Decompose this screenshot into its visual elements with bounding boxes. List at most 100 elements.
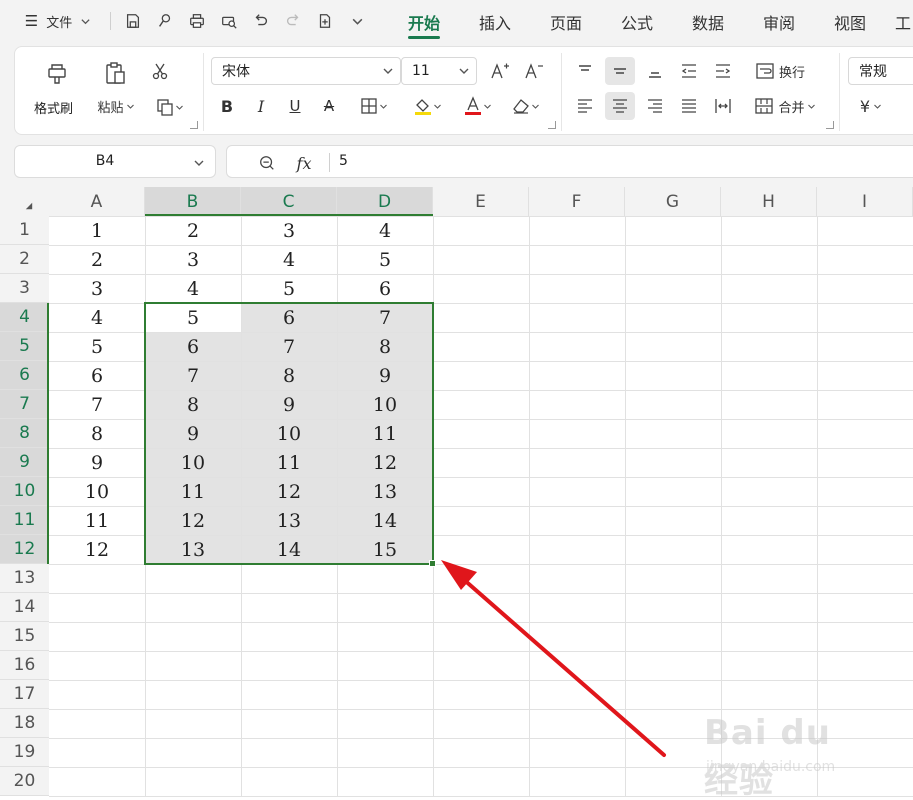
tab-tools[interactable]: 工 <box>895 9 913 35</box>
new-file-icon[interactable] <box>312 8 338 34</box>
table-cell[interactable]: 3 <box>49 274 145 303</box>
italic-icon[interactable]: I <box>249 93 273 119</box>
copy-button[interactable] <box>149 95 189 119</box>
distribute-icon[interactable] <box>709 92 737 120</box>
row-header[interactable]: 4 <box>0 303 49 332</box>
table-cell[interactable]: 7 <box>49 390 145 419</box>
row-header[interactable]: 10 <box>0 477 49 506</box>
zoom-formula-icon[interactable] <box>257 153 277 173</box>
row-header[interactable]: 5 <box>0 332 49 361</box>
name-box[interactable]: B4 <box>14 145 216 178</box>
column-header[interactable]: F <box>529 187 625 216</box>
print-icon[interactable] <box>184 8 210 34</box>
wrap-text-button[interactable]: 换行 <box>749 57 811 85</box>
row-header[interactable]: 18 <box>0 709 49 738</box>
justify-icon[interactable] <box>675 92 703 120</box>
select-all-corner[interactable] <box>0 187 49 216</box>
table-cell[interactable]: 4 <box>241 245 337 274</box>
fill-handle[interactable] <box>429 560 436 567</box>
tab-insert[interactable]: 插入 <box>469 9 521 35</box>
number-format-select[interactable]: 常规 <box>848 57 913 85</box>
row-header[interactable]: 6 <box>0 361 49 390</box>
format-painter-icon[interactable] <box>39 57 75 89</box>
tab-page[interactable]: 页面 <box>540 9 592 35</box>
strikethrough-icon[interactable]: A <box>317 93 341 119</box>
row-header[interactable]: 2 <box>0 245 49 274</box>
table-cell[interactable]: 4 <box>145 274 241 303</box>
table-cell[interactable]: 6 <box>49 361 145 390</box>
row-header[interactable]: 8 <box>0 419 49 448</box>
font-name-select[interactable]: 宋体 <box>211 57 401 85</box>
font-size-select[interactable]: 11 <box>401 57 477 85</box>
table-cell[interactable]: 3 <box>241 216 337 245</box>
align-left-icon[interactable] <box>571 92 599 120</box>
row-header[interactable]: 7 <box>0 390 49 419</box>
formula-value[interactable]: 5 <box>339 153 348 169</box>
increase-indent-icon[interactable] <box>709 57 737 85</box>
table-cell[interactable]: 4 <box>49 303 145 332</box>
brush-icon[interactable] <box>152 8 178 34</box>
more-chevron-icon[interactable] <box>344 8 370 34</box>
row-header[interactable]: 12 <box>0 535 49 564</box>
row-header[interactable]: 13 <box>0 564 49 593</box>
bold-icon[interactable]: B <box>215 93 239 119</box>
table-cell[interactable]: 2 <box>145 216 241 245</box>
align-right-icon[interactable] <box>641 92 669 120</box>
decrease-indent-icon[interactable] <box>675 57 703 85</box>
align-center-icon[interactable] <box>605 92 635 120</box>
row-header[interactable]: 17 <box>0 680 49 709</box>
column-header[interactable]: D <box>337 187 433 216</box>
align-bottom-icon[interactable] <box>641 57 669 85</box>
table-cell[interactable]: 4 <box>337 216 433 245</box>
table-cell[interactable]: 5 <box>241 274 337 303</box>
alignment-dialog-launcher[interactable] <box>826 121 834 129</box>
format-painter-label[interactable]: 格式刷 <box>34 98 73 117</box>
row-header[interactable]: 15 <box>0 622 49 651</box>
align-top-icon[interactable] <box>571 57 599 85</box>
tab-data[interactable]: 数据 <box>682 9 734 35</box>
column-header[interactable]: A <box>49 187 145 216</box>
tab-review[interactable]: 审阅 <box>753 9 805 35</box>
clipboard-dialog-launcher[interactable] <box>190 121 198 129</box>
column-header[interactable]: C <box>241 187 337 216</box>
merge-button[interactable]: 合并 <box>749 92 821 120</box>
decrease-font-icon[interactable] <box>521 58 547 84</box>
redo-icon[interactable] <box>280 8 306 34</box>
table-cell[interactable]: 11 <box>49 506 145 535</box>
row-header[interactable]: 3 <box>0 274 49 303</box>
paste-button[interactable]: 粘贴 <box>93 96 139 116</box>
table-cell[interactable]: 9 <box>49 448 145 477</box>
row-header[interactable]: 20 <box>0 767 49 796</box>
font-color-button[interactable] <box>457 93 497 119</box>
table-cell[interactable]: 5 <box>337 245 433 274</box>
print-preview-icon[interactable] <box>216 8 242 34</box>
table-cell[interactable]: 10 <box>49 477 145 506</box>
table-cell[interactable]: 1 <box>49 216 145 245</box>
row-header[interactable]: 9 <box>0 448 49 477</box>
clear-button[interactable] <box>505 93 545 119</box>
column-header[interactable]: H <box>721 187 817 216</box>
undo-icon[interactable] <box>248 8 274 34</box>
save-icon[interactable] <box>120 8 146 34</box>
increase-font-icon[interactable] <box>487 58 513 84</box>
cut-icon[interactable] <box>147 59 173 83</box>
file-menu-button[interactable]: ☰ 文件 <box>18 8 98 34</box>
row-header[interactable]: 14 <box>0 593 49 622</box>
align-middle-icon[interactable] <box>605 57 635 85</box>
table-cell[interactable]: 5 <box>49 332 145 361</box>
column-header[interactable]: I <box>817 187 913 216</box>
currency-button[interactable]: ¥ <box>851 93 891 119</box>
table-cell[interactable]: 8 <box>49 419 145 448</box>
column-header[interactable]: B <box>145 187 241 216</box>
row-header[interactable]: 1 <box>0 216 49 245</box>
tab-home[interactable]: 开始 <box>398 9 450 35</box>
insert-function-icon[interactable]: fx <box>291 153 317 173</box>
fill-color-button[interactable] <box>407 93 447 119</box>
table-cell[interactable]: 6 <box>337 274 433 303</box>
table-cell[interactable]: 3 <box>145 245 241 274</box>
row-header[interactable]: 11 <box>0 506 49 535</box>
row-header[interactable]: 16 <box>0 651 49 680</box>
tab-view[interactable]: 视图 <box>824 9 876 35</box>
row-header[interactable]: 19 <box>0 738 49 767</box>
formula-bar[interactable]: fx 5 <box>226 145 913 178</box>
